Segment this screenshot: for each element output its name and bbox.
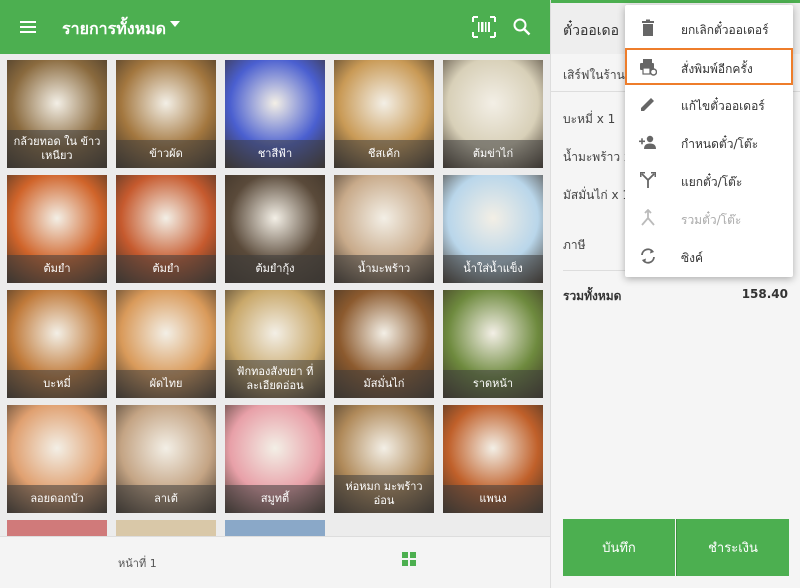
product-name: น้ำใส่น้ำแข็ง — [443, 255, 543, 283]
edit-icon — [641, 98, 654, 111]
menu-item-label: รวมตั๋ว/โต๊ะ — [681, 213, 742, 227]
menu-item-label: แก้ไขตั๋วออเดอร์ — [681, 99, 765, 113]
barcode-scan-icon[interactable] — [472, 16, 496, 38]
merge-icon — [641, 209, 655, 226]
product-name: ลอยดอกบัว — [7, 485, 107, 513]
product-name: ฟักทองสังขยา ที่ละเอียดอ่อน — [225, 360, 325, 398]
product-tile[interactable]: ผัดไทย — [116, 290, 216, 398]
ticket-title: ตั๋วออเดอ — [563, 23, 620, 39]
menu-item-sync[interactable]: ซิงค์ — [625, 237, 793, 274]
product-image — [225, 520, 325, 536]
order-line[interactable]: บะหมี่ x 1 — [563, 110, 615, 129]
bottom-bar: หน้าที่ 1 — [0, 536, 550, 588]
product-name: น้ำมะพร้าว — [334, 255, 434, 283]
product-tile[interactable]: ข้าวผัด — [116, 60, 216, 168]
product-tile[interactable] — [116, 520, 216, 536]
product-tile[interactable]: บะหมี่ — [7, 290, 107, 398]
menu-item-label: ยกเลิกตั๋วออเดอร์ — [681, 23, 769, 37]
product-tile[interactable]: ฟักทองสังขยา ที่ละเอียดอ่อน — [225, 290, 325, 398]
ticket-options-menu: ยกเลิกตั๋วออเดอร์ สั่งพิมพ์อีกครั้ง แก้ไ… — [625, 5, 793, 277]
hamburger-menu-icon[interactable] — [18, 17, 38, 37]
dropdown-caret-icon[interactable] — [170, 21, 180, 27]
sync-icon — [641, 248, 655, 264]
total-label: รวมทั้งหมด — [563, 289, 622, 303]
product-tile[interactable]: ต้มยำ — [7, 175, 107, 283]
menu-item-cancel-ticket[interactable]: ยกเลิกตั๋วออเดอร์ — [625, 9, 793, 46]
category-title[interactable]: รายการทั้งหมด — [62, 17, 166, 42]
search-icon[interactable] — [512, 17, 532, 37]
product-tile[interactable]: แพนง — [443, 405, 543, 513]
menu-item-reprint[interactable]: สั่งพิมพ์อีกครั้ง — [625, 48, 793, 85]
product-tile[interactable]: ลาเต้ — [116, 405, 216, 513]
product-tile[interactable]: ชีสเค้ก — [334, 60, 434, 168]
product-tile[interactable]: ชาสีฟ้า — [225, 60, 325, 168]
product-tile[interactable]: ต้มยำกุ้ง — [225, 175, 325, 283]
product-name: ห่อหมก มะพร้าวอ่อน — [334, 475, 434, 513]
product-image — [116, 520, 216, 536]
pay-button[interactable]: ชำระเงิน — [676, 519, 789, 576]
product-tile[interactable]: ต้มข่าไก่ — [443, 60, 543, 168]
tax-label: ภาษี — [563, 238, 586, 252]
menu-item-edit-ticket[interactable]: แก้ไขตั๋วออเดอร์ — [625, 85, 793, 122]
menu-item-label: กำหนดตั๋ว/โต๊ะ — [681, 137, 759, 151]
product-name: แพนง — [443, 485, 543, 513]
product-tile[interactable]: น้ำมะพร้าว — [334, 175, 434, 283]
product-name: กล้วยทอด ใน ข้าวเหนียว — [7, 130, 107, 168]
product-tile[interactable]: กล้วยทอด ใน ข้าวเหนียว — [7, 60, 107, 168]
product-tile[interactable]: น้ำใส่น้ำแข็ง — [443, 175, 543, 283]
grid-view-icon[interactable] — [402, 552, 416, 566]
product-tile[interactable]: สมูทตี้ — [225, 405, 325, 513]
product-grid: กล้วยทอด ใน ข้าวเหนียว ข้าวผัด ชาสีฟ้า ชีสเ… — [0, 54, 550, 536]
dining-option-label: เสิร์ฟในร้าน — [563, 68, 625, 82]
reprint-icon — [640, 59, 657, 76]
product-name: ข้าวผัด — [116, 140, 216, 168]
total-value: 158.40 — [741, 287, 788, 301]
product-tile[interactable]: ลอยดอกบัว — [7, 405, 107, 513]
product-tile[interactable]: มัสมั่นไก่ — [334, 290, 434, 398]
menu-item-split-table[interactable]: แยกตั๋ว/โต๊ะ — [625, 161, 793, 198]
menu-item-label: สั่งพิมพ์อีกครั้ง — [681, 62, 753, 76]
product-tile[interactable]: ห่อหมก มะพร้าวอ่อน — [334, 405, 434, 513]
trash-icon — [642, 19, 654, 36]
pos-app: รายการทั้งหมด กล้วยทอด ใน ข้าวเหนียว ข้าว… — [0, 0, 800, 588]
product-name: ต้มยำ — [7, 255, 107, 283]
menu-item-label: แยกตั๋ว/โต๊ะ — [681, 175, 743, 189]
order-line[interactable]: น้ำมะพร้าว x — [563, 148, 631, 167]
product-name: ลาเต้ — [116, 485, 216, 513]
order-line[interactable]: มัสมั่นไก่ x 1 — [563, 186, 630, 205]
product-image — [7, 520, 107, 536]
product-name: ต้มยำกุ้ง — [225, 255, 325, 283]
menu-item-assign-table[interactable]: กำหนดตั๋ว/โต๊ะ — [625, 123, 793, 160]
product-name: ราดหน้า — [443, 370, 543, 398]
save-button[interactable]: บันทึก — [563, 519, 675, 576]
product-name: ผัดไทย — [116, 370, 216, 398]
product-tile[interactable]: ราดหน้า — [443, 290, 543, 398]
product-tile[interactable]: ต้มยำ — [116, 175, 216, 283]
product-name: บะหมี่ — [7, 370, 107, 398]
assign-user-icon — [639, 135, 656, 149]
product-name: มัสมั่นไก่ — [334, 370, 434, 398]
split-icon — [640, 172, 656, 188]
product-tile[interactable] — [7, 520, 107, 536]
page-indicator: หน้าที่ 1 — [118, 557, 157, 570]
menu-item-label: ซิงค์ — [681, 251, 704, 265]
product-name: ชีสเค้ก — [334, 140, 434, 168]
menu-item-merge-table[interactable]: รวมตั๋ว/โต๊ะ — [625, 199, 793, 236]
top-app-bar: รายการทั้งหมด — [0, 0, 550, 54]
product-name: ต้มข่าไก่ — [443, 140, 543, 168]
product-name: ชาสีฟ้า — [225, 140, 325, 168]
product-name: สมูทตี้ — [225, 485, 325, 513]
product-tile[interactable] — [225, 520, 325, 536]
product-name: ต้มยำ — [116, 255, 216, 283]
